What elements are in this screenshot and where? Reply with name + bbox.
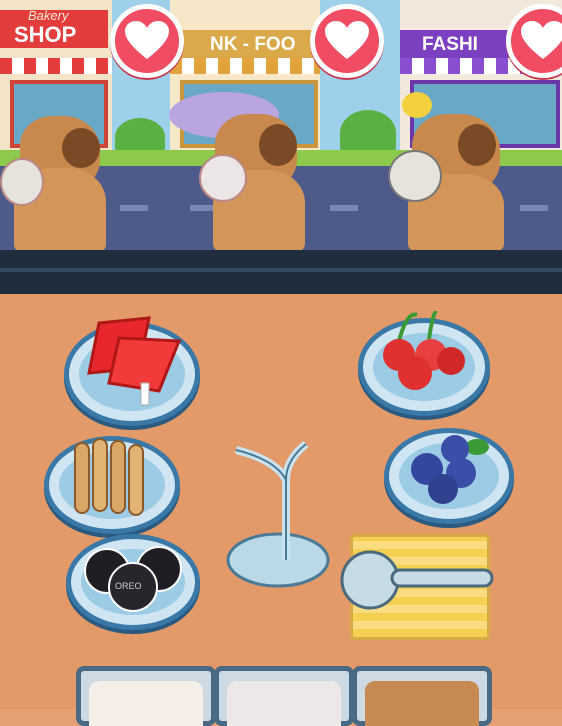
watermelon-popsicle-icon	[87, 316, 182, 406]
heart-icon	[521, 21, 562, 59]
lane-mark	[120, 205, 148, 211]
ice-cream-cone	[0, 158, 44, 206]
food-awning	[170, 58, 320, 74]
bakery-sign-small: Bakery	[28, 8, 69, 23]
ingredient-plate-blueberries[interactable]	[384, 428, 514, 524]
ingredient-plate-wafer-rolls[interactable]	[44, 436, 180, 534]
oreo-label: OREO	[115, 581, 142, 591]
scoop-icon	[340, 550, 494, 610]
bakery-awning	[0, 58, 112, 74]
cherry-icon	[383, 311, 465, 390]
duck-hat	[402, 92, 432, 118]
lane-mark	[330, 205, 358, 211]
customer-capybara[interactable]	[0, 108, 110, 250]
ingredient-plate-oreo[interactable]: OREO	[66, 534, 200, 630]
order-bubble[interactable]	[310, 4, 384, 78]
ice-cream-tray-cookies-cream[interactable]	[214, 666, 354, 726]
heart-icon	[325, 21, 369, 59]
blueberry-icon	[411, 435, 489, 504]
fashion-sign-text: FASHI	[422, 34, 478, 55]
order-bubble[interactable]	[110, 4, 184, 78]
bakery-sign-text: SHOP	[14, 22, 77, 47]
heart-icon	[125, 21, 169, 59]
ice-cream-cone	[388, 150, 442, 202]
ingredient-plate-watermelon[interactable]	[64, 316, 200, 426]
lane-mark	[520, 205, 548, 211]
wafer-roll-icon	[74, 438, 144, 516]
ice-cream-tray-caramel[interactable]	[352, 666, 492, 726]
ice-cream-scoop[interactable]	[336, 546, 496, 616]
ice-cream-cone	[199, 154, 247, 202]
ingredient-plate-cherries[interactable]	[358, 311, 490, 416]
cone-holder-stand[interactable]	[216, 440, 336, 590]
counter-edge	[0, 250, 562, 294]
customer-capybara[interactable]	[169, 92, 305, 250]
cone-stand-icon	[226, 440, 330, 588]
street-scene: Bakery SHOP NK - FOO FASHI	[0, 0, 562, 250]
ice-cream-tray-vanilla[interactable]	[76, 666, 216, 726]
customer-capybara[interactable]	[380, 92, 510, 250]
food-sign-text: NK - FOO	[210, 34, 296, 55]
